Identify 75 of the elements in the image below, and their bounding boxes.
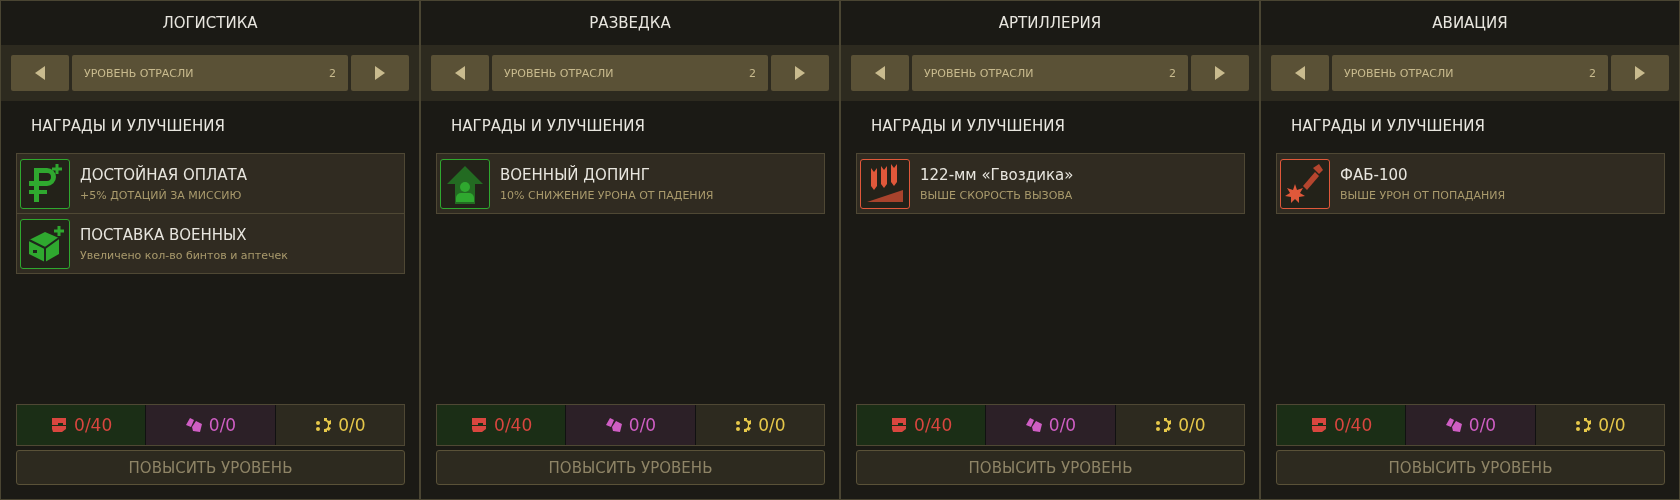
materials-icon xyxy=(1444,417,1463,433)
resource-value: 0/0 xyxy=(1468,415,1497,435)
reward-description: ВЫШЕ СКОРОСТЬ ВЫЗОВА xyxy=(920,188,1074,202)
left-arrow-icon xyxy=(875,66,885,80)
next-level-button[interactable] xyxy=(1611,55,1669,91)
right-arrow-icon xyxy=(1215,66,1225,80)
right-arrow-icon xyxy=(1635,66,1645,80)
reward-description: +5% ДОТАЦИЙ ЗА МИССИЮ xyxy=(80,188,243,202)
left-arrow-icon xyxy=(455,66,465,80)
resource-value: 0/40 xyxy=(74,415,113,435)
upgrade-button[interactable]: ПОВЫСИТЬ УРОВЕНЬ xyxy=(1276,450,1665,485)
panel-title: РАЗВЕДКА xyxy=(589,14,671,32)
resource-value: 0/0 xyxy=(1178,415,1206,435)
resource-value: 0/0 xyxy=(758,415,786,435)
panel-title: АРТИЛЛЕРИЯ xyxy=(998,14,1102,32)
reward-item[interactable]: ДОСТОЙНАЯ ОПЛАТА +5% ДОТАЦИЙ ЗА МИССИЮ xyxy=(16,153,405,214)
materials-icon xyxy=(604,417,623,433)
upgrade-button[interactable]: ПОВЫСИТЬ УРОВЕНЬ xyxy=(856,450,1245,485)
level-value: 2 xyxy=(329,66,336,80)
reward-name: ВОЕННЫЙ ДОПИНГ xyxy=(500,165,651,184)
reward-item[interactable]: ВОЕННЫЙ ДОПИНГ 10% СНИЖЕНИЕ УРОНА ОТ ПАДЕНИЯ xyxy=(436,153,825,214)
reward-description: 10% СНИЖЕНИЕ УРОНА ОТ ПАДЕНИЯ xyxy=(500,188,714,202)
previous-level-button[interactable] xyxy=(11,55,69,91)
right-arrow-icon xyxy=(375,66,385,80)
reward-description: Увеличено кол-во бинтов и аптечек xyxy=(80,248,288,262)
previous-level-button[interactable] xyxy=(431,55,489,91)
resource-value: 0/40 xyxy=(494,415,533,435)
upgrade-button[interactable]: ПОВЫСИТЬ УРОВЕНЬ xyxy=(436,450,825,485)
gear-icon xyxy=(734,417,753,433)
section-title: НАГРАДЫ И УЛУЧШЕНИЯ xyxy=(450,116,646,137)
reward-name: ДОСТОЙНАЯ ОПЛАТА xyxy=(80,165,247,184)
right-arrow-icon xyxy=(795,66,805,80)
materials-icon xyxy=(184,417,203,433)
reward-description: ВЫШЕ УРОН ОТ ПОПАДАНИЯ xyxy=(1340,188,1506,202)
reward-item[interactable]: ПОСТАВКА ВОЕННЫХ Увеличено кол-во бинтов и аптечек xyxy=(16,213,405,274)
reward-item[interactable]: ФАБ-100 ВЫШЕ УРОН ОТ ПОПАДАНИЯ xyxy=(1276,153,1665,214)
reward-item[interactable]: 122-мм «Гвоздика» ВЫШЕ СКОРОСТЬ ВЫЗОВА xyxy=(856,153,1245,214)
panel-title: ЛОГИСТИКА xyxy=(162,14,258,32)
resource-value: 0/0 xyxy=(338,415,366,435)
reward-name: ФАБ-100 xyxy=(1340,165,1409,184)
resource-value: 0/40 xyxy=(914,415,953,435)
section-title: НАГРАДЫ И УЛУЧШЕНИЯ xyxy=(1290,116,1486,137)
crate-icon xyxy=(1310,417,1329,433)
resource-value: 0/0 xyxy=(208,415,237,435)
panel-title: АВИАЦИЯ xyxy=(1432,14,1508,32)
left-arrow-icon xyxy=(1295,66,1305,80)
next-level-button[interactable] xyxy=(1191,55,1249,91)
level-label: УРОВЕНЬ ОТРАСЛИ xyxy=(1344,66,1454,80)
upgrade-button[interactable]: ПОВЫСИТЬ УРОВЕНЬ xyxy=(16,450,405,485)
level-value: 2 xyxy=(749,66,756,80)
section-title: НАГРАДЫ И УЛУЧШЕНИЯ xyxy=(30,116,226,137)
previous-level-button[interactable] xyxy=(851,55,909,91)
gear-icon xyxy=(1154,417,1173,433)
next-level-button[interactable] xyxy=(351,55,409,91)
next-level-button[interactable] xyxy=(771,55,829,91)
left-arrow-icon xyxy=(35,66,45,80)
reward-name: 122-мм «Гвоздика» xyxy=(920,165,1074,184)
resource-value: 0/0 xyxy=(1048,415,1077,435)
gear-icon xyxy=(1574,417,1593,433)
gear-icon xyxy=(314,417,333,433)
resource-value: 0/40 xyxy=(1334,415,1373,435)
materials-icon xyxy=(1024,417,1043,433)
crate-icon xyxy=(50,417,69,433)
resource-value: 0/0 xyxy=(1598,415,1626,435)
level-label: УРОВЕНЬ ОТРАСЛИ xyxy=(924,66,1034,80)
reward-name: ПОСТАВКА ВОЕННЫХ xyxy=(80,225,248,244)
crate-icon xyxy=(890,417,909,433)
level-label: УРОВЕНЬ ОТРАСЛИ xyxy=(84,66,194,80)
level-value: 2 xyxy=(1169,66,1176,80)
previous-level-button[interactable] xyxy=(1271,55,1329,91)
crate-icon xyxy=(470,417,489,433)
section-title: НАГРАДЫ И УЛУЧШЕНИЯ xyxy=(870,116,1066,137)
level-value: 2 xyxy=(1589,66,1596,80)
level-label: УРОВЕНЬ ОТРАСЛИ xyxy=(504,66,614,80)
resource-value: 0/0 xyxy=(628,415,657,435)
